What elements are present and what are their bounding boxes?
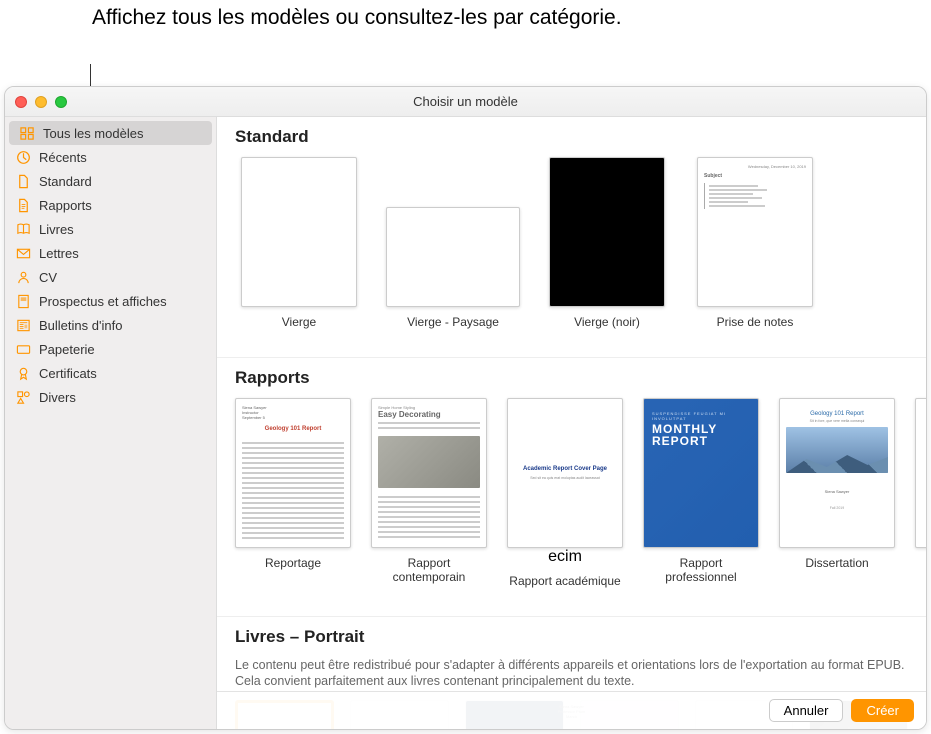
template-thumbnail — [241, 157, 357, 307]
sidebar-item-label: Récents — [39, 150, 87, 165]
template-professional-report[interactable]: SUSPENDISSE FEUGIAT MI INVOLUTPAT MONTHL… — [643, 398, 759, 604]
template-row: Siena SawyerInstructorSeptember 5 Geolog… — [235, 398, 908, 604]
sidebar: Tous les modèles Récents Standard Rappor… — [5, 117, 217, 729]
section-title: Standard — [235, 127, 908, 147]
sidebar-item-reports[interactable]: Rapports — [5, 193, 216, 217]
template-contemporary-report[interactable]: Simple Home Styling Easy Decorating Rapp… — [371, 398, 487, 604]
sidebar-item-stationery[interactable]: Papeterie — [5, 337, 216, 361]
section-title: Livres – Portrait — [235, 627, 908, 647]
sidebar-item-standard[interactable]: Standard — [5, 169, 216, 193]
grid-icon — [19, 125, 35, 141]
sidebar-item-label: Rapports — [39, 198, 92, 213]
template-chooser-window: Choisir un modèle Tous les modèles Récen… — [4, 86, 927, 730]
template-thumbnail: Academic Report Cover Page Sed sit ea qu… — [507, 398, 623, 548]
window-title: Choisir un modèle — [413, 94, 518, 109]
traffic-lights — [5, 96, 67, 108]
sidebar-item-label: Lettres — [39, 246, 79, 261]
template-thumbnail — [386, 207, 520, 307]
titlebar: Choisir un modèle — [5, 87, 926, 117]
template-label: Rapport académique — [509, 574, 620, 604]
template-label: Reportage — [265, 556, 321, 586]
section-standard: Standard Vierge Vierge - Paysage Vierge … — [217, 117, 926, 358]
sidebar-item-label: CV — [39, 270, 57, 285]
template-grid[interactable]: Standard Vierge Vierge - Paysage Vierge … — [217, 117, 926, 729]
close-icon[interactable] — [15, 96, 27, 108]
document-icon — [15, 197, 31, 213]
sidebar-item-label: Standard — [39, 174, 92, 189]
template-blank-black[interactable]: Vierge (noir) — [543, 157, 671, 345]
template-label: Vierge — [282, 315, 316, 345]
template-label: Rapport contemporain — [371, 556, 487, 586]
template-thumbnail: SUSPENDISSE FEUGIAT MI INVOLUTPAT MONTHL… — [643, 398, 759, 548]
template-thumbnail: Siena SawyerInstructorSeptember 5 Geolog… — [235, 398, 351, 548]
callout-text: Affichez tous les modèles ou consultez-l… — [92, 4, 622, 31]
template-dissertation[interactable]: Geology 101 Report Sit in fore, que vere… — [779, 398, 895, 604]
person-icon — [15, 269, 31, 285]
sidebar-item-letters[interactable]: Lettres — [5, 241, 216, 265]
template-label: Vierge - Paysage — [407, 315, 499, 345]
sidebar-item-all-templates[interactable]: Tous les modèles — [9, 121, 212, 145]
sidebar-item-newsletters[interactable]: Bulletins d'info — [5, 313, 216, 337]
template-thumbnail — [549, 157, 665, 307]
ribbon-icon — [15, 365, 31, 381]
template-label: Rapport professionnel — [643, 556, 759, 586]
sidebar-item-label: Prospectus et affiches — [39, 294, 167, 309]
footer: Annuler Créer — [217, 691, 926, 729]
clock-icon — [15, 149, 31, 165]
section-reports: Rapports Siena SawyerInstructorSeptember… — [217, 358, 926, 617]
zoom-icon[interactable] — [55, 96, 67, 108]
template-note-taking[interactable]: Wednesday, December 10, 2019 Subject — [691, 157, 819, 345]
sidebar-item-label: Livres — [39, 222, 74, 237]
template-thumbnail: Geology 101 Report Sit in fore, que vere… — [779, 398, 895, 548]
sidebar-item-label: Papeterie — [39, 342, 95, 357]
template-row: Vierge Vierge - Paysage Vierge (noir) We… — [235, 157, 908, 345]
template-blank[interactable]: Vierge — [235, 157, 363, 345]
template-thumbnail: Wednesday, December 10, 2019 Subject — [697, 157, 813, 307]
sidebar-item-flyers[interactable]: Prospectus et affiches — [5, 289, 216, 313]
cancel-button[interactable]: Annuler — [769, 699, 844, 722]
template-label: Prise de notes — [717, 315, 794, 345]
section-description: Le contenu peut être redistribué pour s'… — [235, 657, 908, 690]
sidebar-item-books[interactable]: Livres — [5, 217, 216, 241]
misc-icon — [15, 389, 31, 405]
sidebar-item-misc[interactable]: Divers — [5, 385, 216, 409]
sidebar-item-label: Bulletins d'info — [39, 318, 122, 333]
template-blank-landscape[interactable]: Vierge - Paysage — [383, 157, 523, 345]
window-body: Tous les modèles Récents Standard Rappor… — [5, 117, 926, 729]
template-label: Dissertation — [805, 556, 868, 586]
card-icon — [15, 341, 31, 357]
book-icon — [15, 221, 31, 237]
sidebar-item-label: Divers — [39, 390, 76, 405]
template-thumbnail — [915, 398, 926, 548]
template-thumbnail: Simple Home Styling Easy Decorating — [371, 398, 487, 548]
template-overflow[interactable] — [915, 398, 926, 604]
sidebar-item-label: Tous les modèles — [43, 126, 143, 141]
poster-icon — [15, 293, 31, 309]
template-essay[interactable]: Siena SawyerInstructorSeptember 5 Geolog… — [235, 398, 351, 604]
minimize-icon[interactable] — [35, 96, 47, 108]
sidebar-item-label: Certificats — [39, 366, 97, 381]
envelope-icon — [15, 245, 31, 261]
template-academic-report[interactable]: Academic Report Cover Page Sed sit ea qu… — [507, 398, 623, 604]
sidebar-item-certificates[interactable]: Certificats — [5, 361, 216, 385]
sidebar-item-recents[interactable]: Récents — [5, 145, 216, 169]
newspaper-icon — [15, 317, 31, 333]
template-label: Vierge (noir) — [574, 315, 640, 345]
section-title: Rapports — [235, 368, 908, 388]
document-icon — [15, 173, 31, 189]
create-button[interactable]: Créer — [851, 699, 914, 722]
sidebar-item-cv[interactable]: CV — [5, 265, 216, 289]
